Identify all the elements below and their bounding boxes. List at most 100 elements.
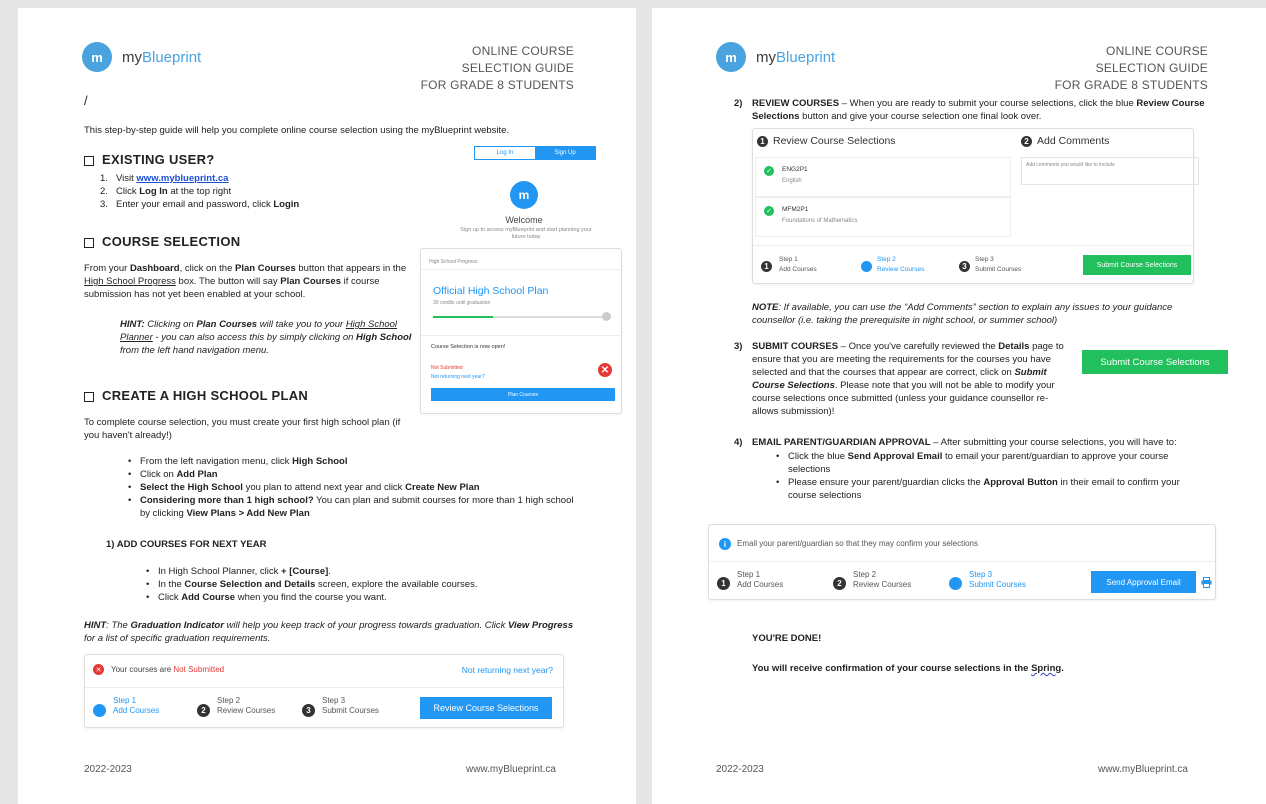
progress-label: High School Progress [429, 259, 478, 265]
guide-title-line: SELECTION GUIDE [1095, 61, 1208, 75]
not-returning-link[interactable]: Not returning next year? [462, 665, 553, 675]
list-item: Click the blue Send Approval Email to em… [774, 450, 1204, 476]
plan-subtext: 30 credits until graduation [433, 300, 491, 306]
guide-title: ONLINE COURSE SELECTION GUIDE FOR GRADE … [421, 43, 574, 94]
step-2-icon: 2 [1021, 136, 1032, 147]
guide-title-line: ONLINE COURSE [472, 44, 574, 58]
step-item: 3. Enter your email and password, click L… [100, 199, 300, 210]
login-tabs: Log In Sign Up [474, 146, 596, 160]
email-approval-text: 4) EMAIL PARENT/GUARDIAN APPROVAL – After… [734, 437, 1177, 448]
add-comments-title: Add Comments [1037, 135, 1110, 147]
footer-url[interactable]: www.myBlueprint.ca [1098, 764, 1188, 775]
hint-text: HINT: Clicking on Plan Courses will take… [120, 319, 412, 356]
review-course-selections-card: 1 Review Course Selections 2 Add Comment… [752, 128, 1199, 284]
send-approval-email-button[interactable]: Send Approval Email [1091, 571, 1196, 593]
footer-year: 2022-2023 [716, 764, 764, 775]
myblueprint-logo: m myBlueprint [82, 42, 201, 72]
step-2-label[interactable]: Step 2 Review Courses [217, 696, 275, 716]
course-selection-text: From your Dashboard, click on the Plan C… [84, 263, 407, 300]
logo-prefix: my [122, 48, 142, 66]
logo-icon: m [716, 42, 746, 72]
myblueprint-logo: m myBlueprint [716, 42, 835, 72]
step-2-icon: 2 [197, 704, 210, 717]
progress-end-icon [602, 312, 611, 321]
welcome-title: Welcome [505, 215, 543, 225]
info-icon: i [719, 538, 731, 550]
list-item: In High School Planner, click + [Course]… [144, 565, 574, 578]
course-status-card: ✕ Your courses are Not Submitted Not ret… [84, 654, 564, 728]
email-approval-steps: Click the blue Send Approval Email to em… [774, 450, 1204, 502]
course-code: ENG2P1 [782, 166, 808, 173]
list-item: Considering more than 1 high school? You… [126, 494, 576, 520]
plan-title[interactable]: Official High School Plan [433, 285, 548, 297]
logo-icon: m [510, 181, 538, 209]
step-1-label[interactable]: Step 1 Add Courses [779, 255, 817, 275]
done-heading: YOU'RE DONE! [752, 633, 822, 644]
note-text: NOTE: If available, you can use the “Add… [752, 302, 1173, 326]
step-3-label[interactable]: Step 3 Submit Courses [322, 696, 379, 716]
print-icon[interactable] [1199, 574, 1213, 590]
logo-suffix: Blueprint [776, 48, 836, 66]
approval-info: Email your parent/guardian so that they … [737, 539, 979, 548]
tab-login[interactable]: Log In [475, 147, 535, 159]
step-2-label[interactable]: Step 2 Review Courses [853, 570, 911, 590]
existing-user-heading: EXISTING USER? [84, 152, 215, 167]
intro-text: This step-by-step guide will help you co… [84, 125, 510, 136]
slash-mark: / [84, 93, 88, 108]
step-3-icon: 3 [959, 261, 970, 272]
step-item: 1. Visit www.myblueprint.ca [100, 173, 229, 184]
course-code: MFM2P1 [782, 206, 809, 213]
footer-url[interactable]: www.myBlueprint.ca [466, 764, 556, 775]
tab-signup[interactable]: Sign Up [535, 147, 595, 159]
step-2-icon: 2 [861, 261, 872, 272]
step-3-icon: 3 [949, 577, 962, 590]
step-3-label[interactable]: Step 3 Submit Courses [975, 255, 1021, 275]
review-courses-text: 2) REVIEW COURSES – When you are ready to… [734, 98, 1205, 122]
guide-page-2: m myBlueprint ONLINE COURSE SELECTION GU… [652, 8, 1266, 804]
list-item: Click Add Course when you find the cours… [144, 591, 574, 604]
course-selection-open: Course Selection is now open! [431, 344, 506, 350]
footer-year: 2022-2023 [84, 764, 132, 775]
check-icon: ✓ [764, 206, 774, 216]
logo-icon: m [82, 42, 112, 72]
high-school-progress-card: High School Progress Official High Schoo… [420, 248, 622, 414]
plan-courses-button[interactable]: Plan Courses [431, 388, 615, 401]
not-returning-link[interactable]: Not returning next year? [431, 374, 485, 380]
step-3-icon: 3 [302, 704, 315, 717]
list-item: In the Course Selection and Details scre… [144, 578, 574, 591]
status-not-submitted: Not Submitted [431, 365, 463, 371]
graduation-progress-bar [433, 316, 603, 318]
myblueprint-link[interactable]: www.myblueprint.ca [136, 173, 228, 184]
courses-status: Your courses are Not Submitted [111, 665, 225, 674]
create-plan-steps: From the left navigation menu, click Hig… [126, 455, 576, 520]
course-selection-heading: COURSE SELECTION [84, 234, 240, 249]
guide-title-line: FOR GRADE 8 STUDENTS [420, 78, 574, 92]
comments-textarea[interactable]: Add comments you would like to include [1021, 157, 1199, 185]
course-row: ✓ MFM2P1 Foundations of Mathematics [755, 197, 1011, 237]
list-item: From the left navigation menu, click Hig… [126, 455, 576, 468]
confirmation-text: You will receive confirmation of your co… [752, 663, 1064, 674]
create-plan-heading: CREATE A HIGH SCHOOL PLAN [84, 388, 308, 403]
checkbox-icon [84, 391, 94, 402]
step-1-label[interactable]: Step 1 Add Courses [737, 570, 783, 590]
checkbox-icon [84, 237, 94, 248]
step-2-label[interactable]: Step 2 Review Courses [877, 255, 924, 275]
logo-prefix: my [756, 48, 776, 66]
review-course-selections-button[interactable]: Review Course Selections [420, 697, 552, 719]
guide-title-line: FOR GRADE 8 STUDENTS [1054, 78, 1208, 92]
existing-user-steps: 1. Visit www.myblueprint.ca 2. Click Log I… [100, 172, 400, 211]
logo-suffix: Blueprint [142, 48, 202, 66]
guide-page-1: m myBlueprint ONLINE COURSE SELECTION GU… [18, 8, 636, 804]
submit-course-selections-button[interactable]: Submit Course Selections [1083, 255, 1191, 275]
review-selections-title: Review Course Selections [773, 135, 896, 147]
step-1-label[interactable]: Step 1 Add Courses [113, 696, 159, 716]
create-plan-intro: To complete course selection, you must c… [84, 417, 401, 441]
step-1-icon: 1 [93, 704, 106, 717]
step-3-label[interactable]: Step 3 Submit Courses [969, 570, 1026, 590]
guide-title: ONLINE COURSE SELECTION GUIDE FOR GRADE … [1055, 43, 1208, 94]
welcome-subtext: Sign up to access myBlueprint and start … [460, 227, 592, 240]
check-icon: ✓ [764, 166, 774, 176]
submit-course-selections-button[interactable]: Submit Course Selections [1082, 350, 1228, 374]
course-name: Foundations of Mathematics [782, 218, 858, 224]
close-circle-icon: ✕ [598, 363, 612, 377]
